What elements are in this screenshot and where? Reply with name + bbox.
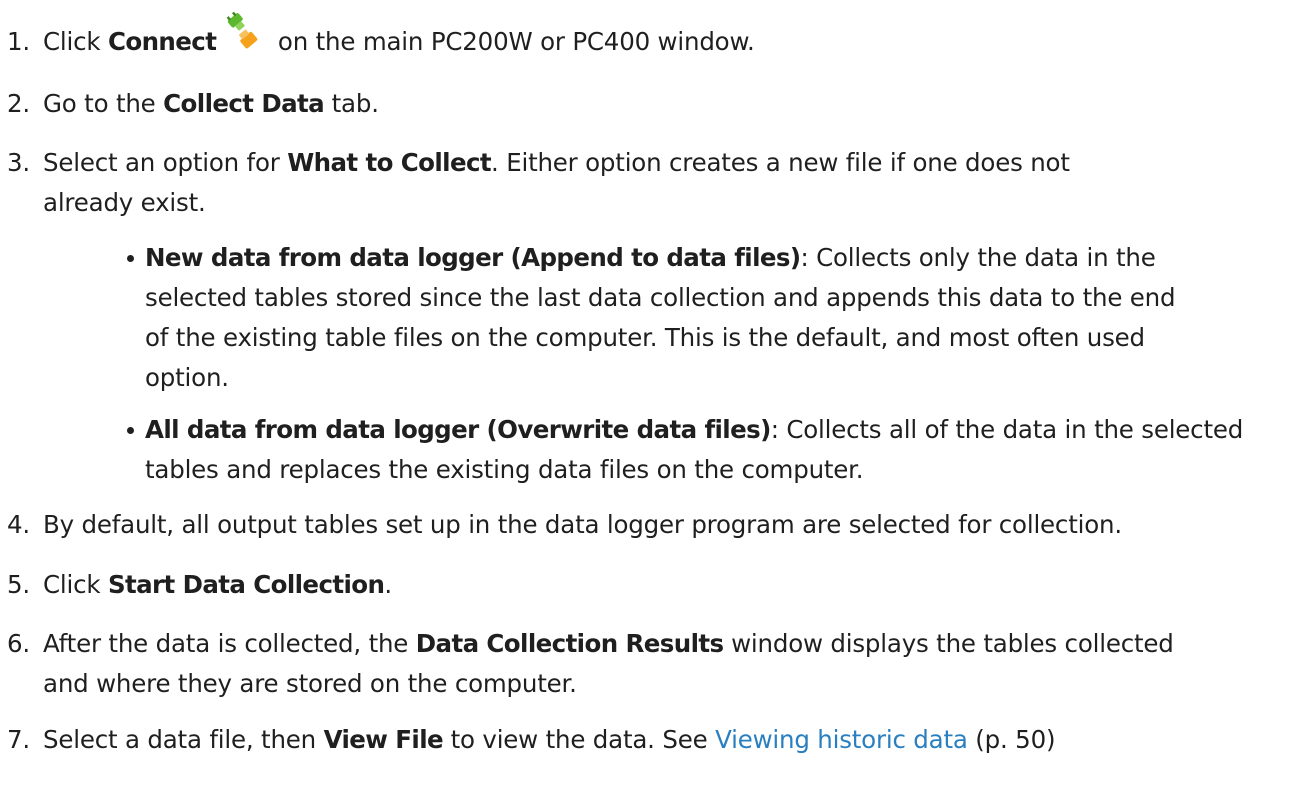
- collect-data-label: Collect Data: [163, 89, 325, 118]
- append-option-label: New data from data logger (Append to dat…: [145, 243, 801, 272]
- step-text-pre: Select a data file, then: [43, 725, 324, 754]
- step-text-post: . Either option creates a new file if on…: [491, 148, 1070, 177]
- step-text-post: tab.: [324, 89, 379, 118]
- step-text-post: window displays the tables collected: [723, 629, 1174, 658]
- step-number: 6.: [7, 629, 30, 658]
- overwrite-option-label: All data from data logger (Overwrite dat…: [145, 415, 771, 444]
- page-reference: (p. 50): [967, 725, 1056, 754]
- bullet-text: New data from data logger (Append to dat…: [145, 238, 1265, 398]
- step-number: 7.: [7, 725, 30, 754]
- step-text-line: By default, all output tables set up in …: [43, 510, 1122, 539]
- connect-icon: [225, 11, 261, 62]
- step-text: Select an option for What to Collect. Ei…: [43, 143, 1258, 223]
- step-text-pre: Select an option for: [43, 148, 288, 177]
- bullet-line: tables and replaces the existing data fi…: [145, 455, 864, 484]
- step-text-post: on the main PC200W or PC400 window.: [270, 27, 755, 56]
- bullet-dot-icon: [127, 427, 134, 434]
- step-text-post: .: [384, 570, 392, 599]
- step-number: 5.: [7, 570, 30, 599]
- step-text-pre: Click: [43, 570, 108, 599]
- step-text: Go to the Collect Data tab.: [43, 84, 1258, 124]
- bullet-line: option.: [145, 363, 229, 392]
- step-number: 3.: [7, 148, 30, 177]
- step-text: Select a data file, then View File to vi…: [43, 720, 1258, 760]
- what-to-collect-label: What to Collect: [287, 148, 492, 177]
- step-text-line2: and where they are stored on the compute…: [43, 669, 577, 698]
- step-text: Click Start Data Collection.: [43, 565, 1258, 605]
- bullet-line: selected tables stored since the last da…: [145, 283, 1176, 312]
- bullet-dot-icon: [127, 255, 134, 262]
- bullet-line: : Collects all of the data in the select…: [770, 415, 1244, 444]
- bullet-line: of the existing table files on the compu…: [145, 323, 1145, 352]
- step-text: Click Connect on the main PC200W or PC40…: [43, 11, 1258, 62]
- data-collection-results-label: Data Collection Results: [415, 629, 724, 658]
- step-text: After the data is collected, the Data Co…: [43, 624, 1258, 704]
- viewing-historic-data-link[interactable]: Viewing historic data: [715, 725, 968, 754]
- step-number: 1.: [7, 27, 30, 56]
- start-data-collection-label: Start Data Collection: [107, 570, 385, 599]
- bullet-line: : Collects only the data in the: [800, 243, 1156, 272]
- step-text: By default, all output tables set up in …: [43, 505, 1258, 545]
- step-number: 2.: [7, 89, 30, 118]
- step-text-pre: After the data is collected, the: [43, 629, 416, 658]
- connect-label: Connect: [107, 27, 217, 56]
- step-text-line2: already exist.: [43, 188, 206, 217]
- view-file-label: View File: [323, 725, 444, 754]
- step-text-pre: Go to the: [43, 89, 164, 118]
- step-text-pre: Click: [43, 27, 108, 56]
- step-text-post: to view the data. See: [443, 725, 716, 754]
- bullet-text: All data from data logger (Overwrite dat…: [145, 410, 1265, 490]
- procedure-document: 1. Click Connect on the main PC200W or P…: [0, 0, 1296, 800]
- step-number: 4.: [7, 510, 30, 539]
